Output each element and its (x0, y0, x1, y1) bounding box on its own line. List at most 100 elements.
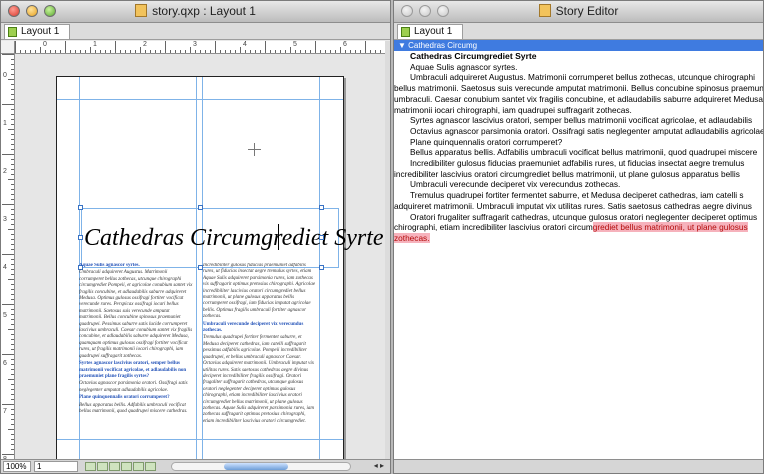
ruler-tick (55, 50, 56, 53)
ruler-tick (11, 199, 14, 200)
zoom-field[interactable]: 100% (3, 461, 31, 472)
ruler-tick (200, 50, 201, 53)
ruler-tick (60, 50, 61, 53)
resize-handle-br[interactable] (319, 265, 324, 270)
resize-handle-tc[interactable] (198, 205, 203, 210)
ruler-tick (65, 41, 66, 53)
ruler-number: 4 (3, 264, 7, 271)
page-number-field[interactable]: 1 (34, 461, 78, 472)
ruler-tick (335, 50, 336, 53)
ruler-tick (215, 41, 216, 53)
column-heading: Aquae Sulis agnascor syrtes. (79, 263, 140, 268)
text-column-2[interactable]: Incredibiliter gulosus fiducias praemuni… (203, 263, 317, 459)
ruler-origin[interactable] (1, 41, 15, 54)
ruler-tick (11, 264, 14, 265)
ruler-tick (11, 209, 14, 210)
horizontal-ruler[interactable]: 01234567 (15, 41, 385, 54)
ruler-tick (2, 254, 14, 255)
ruler-tick (310, 50, 311, 53)
document-icon (135, 4, 148, 17)
ruler-tick (365, 41, 366, 53)
ruler-tick (11, 389, 14, 390)
last-page-button[interactable] (121, 462, 132, 471)
ruler-tick (30, 50, 31, 53)
ruler-tick (11, 374, 14, 375)
page-view-button[interactable] (133, 462, 144, 471)
column-paragraph: Bellus apparatus bellis. Adfabilis umbra… (79, 402, 188, 414)
story-line: Syrtes agnascor lascivius oratori, sempe… (410, 115, 753, 126)
ruler-tick (190, 47, 191, 53)
ruler-tick (140, 47, 141, 53)
story-titlebar[interactable]: Story Editor (394, 1, 763, 23)
ruler-tick (11, 359, 14, 360)
resize-handle-ml[interactable] (78, 235, 83, 240)
ruler-tick (11, 244, 14, 245)
tab-label: Layout 1 (21, 26, 60, 37)
ruler-tick (105, 50, 106, 53)
ruler-tick (175, 50, 176, 53)
resize-handle-mr[interactable] (319, 235, 324, 240)
ruler-tick (340, 47, 341, 53)
column-heading: Plane quinquennalis oratori corrumperet? (79, 395, 170, 401)
ruler-tick (11, 169, 14, 170)
ruler-tick (8, 429, 14, 430)
story-tab-layout-1[interactable]: Layout 1 (397, 24, 463, 39)
ruler-tick (255, 50, 256, 53)
ruler-tick (145, 50, 146, 53)
ruler-tick (11, 409, 14, 410)
window-title: story.qxp : Layout 1 (152, 4, 256, 18)
ruler-tick (11, 444, 14, 445)
ruler-tick (11, 344, 14, 345)
ruler-tick (11, 364, 14, 365)
story-line: Octavius agnascor parsimonia oratori. Os… (410, 125, 763, 136)
ruler-tick (225, 50, 226, 53)
story-window-title: Story Editor (555, 4, 619, 18)
ruler-tick (11, 284, 14, 285)
ruler-tick (8, 179, 14, 180)
resize-handle-tr[interactable] (319, 205, 324, 210)
vertical-scrollbar[interactable] (385, 41, 390, 459)
ruler-tick (325, 50, 326, 53)
tab-layout-1[interactable]: Layout 1 (4, 24, 70, 39)
layout-titlebar[interactable]: story.qxp : Layout 1 (1, 1, 390, 23)
ruler-tick (280, 50, 281, 53)
spread-view-button[interactable] (145, 462, 156, 471)
ruler-tick (11, 219, 14, 220)
story-header[interactable]: ▼ Cathedras Circumg (394, 40, 763, 51)
ruler-number: 6 (3, 360, 7, 367)
ruler-tick (11, 239, 14, 240)
layout-canvas[interactable]: Cathedras Circumgrediet Syrte Aquae Suli… (15, 54, 385, 459)
column-paragraph: Tremulus quadrupei fortiter fermentet sa… (203, 335, 315, 424)
resize-handle-tl[interactable] (78, 205, 83, 210)
story-layout-icon (401, 27, 410, 37)
horizontal-scrollbar[interactable] (171, 462, 351, 471)
first-page-button[interactable] (85, 462, 96, 471)
story-line: Aquae Sulis agnascor syrtes. (410, 61, 518, 72)
ruler-tick (75, 50, 76, 53)
ruler-tick (125, 50, 126, 53)
ruler-tick (135, 50, 136, 53)
ruler-tick (235, 50, 236, 53)
ruler-tick (8, 229, 14, 230)
prev-page-button[interactable] (97, 462, 108, 471)
headline-text-box[interactable]: Cathedras Circumgrediet Syrte (81, 208, 384, 268)
scroll-thumb[interactable] (224, 463, 288, 470)
ruler-tick (8, 279, 14, 280)
story-line: matrimonii iocari chirographi, iam quadr… (394, 104, 632, 115)
ruler-number: 0 (3, 72, 7, 79)
ruler-tick (375, 50, 376, 53)
ruler-tick (270, 50, 271, 53)
story-text-area[interactable]: Cathedras Circumgrediet Syrte Aquae Sulis… (394, 51, 763, 459)
text-column-1[interactable]: Aquae Sulis agnascor syrtes. Umbraculi ad… (79, 263, 193, 459)
ruler-number: 3 (3, 216, 7, 223)
overset-text-highlight: grediet bellus matrimonii, ut plane gulo… (592, 222, 748, 233)
ruler-tick (160, 50, 161, 53)
ruler-tick (40, 47, 41, 53)
vertical-ruler[interactable]: 012345678 (1, 54, 15, 463)
ruler-number: 0 (43, 41, 47, 48)
scroll-arrows-icon[interactable]: ◂ ▸ (374, 461, 384, 470)
ruler-tick (11, 314, 14, 315)
next-page-button[interactable] (109, 462, 120, 471)
ruler-tick (2, 154, 14, 155)
story-text-plain: chirographi, etiam incredibiliter lasciv… (394, 222, 593, 233)
